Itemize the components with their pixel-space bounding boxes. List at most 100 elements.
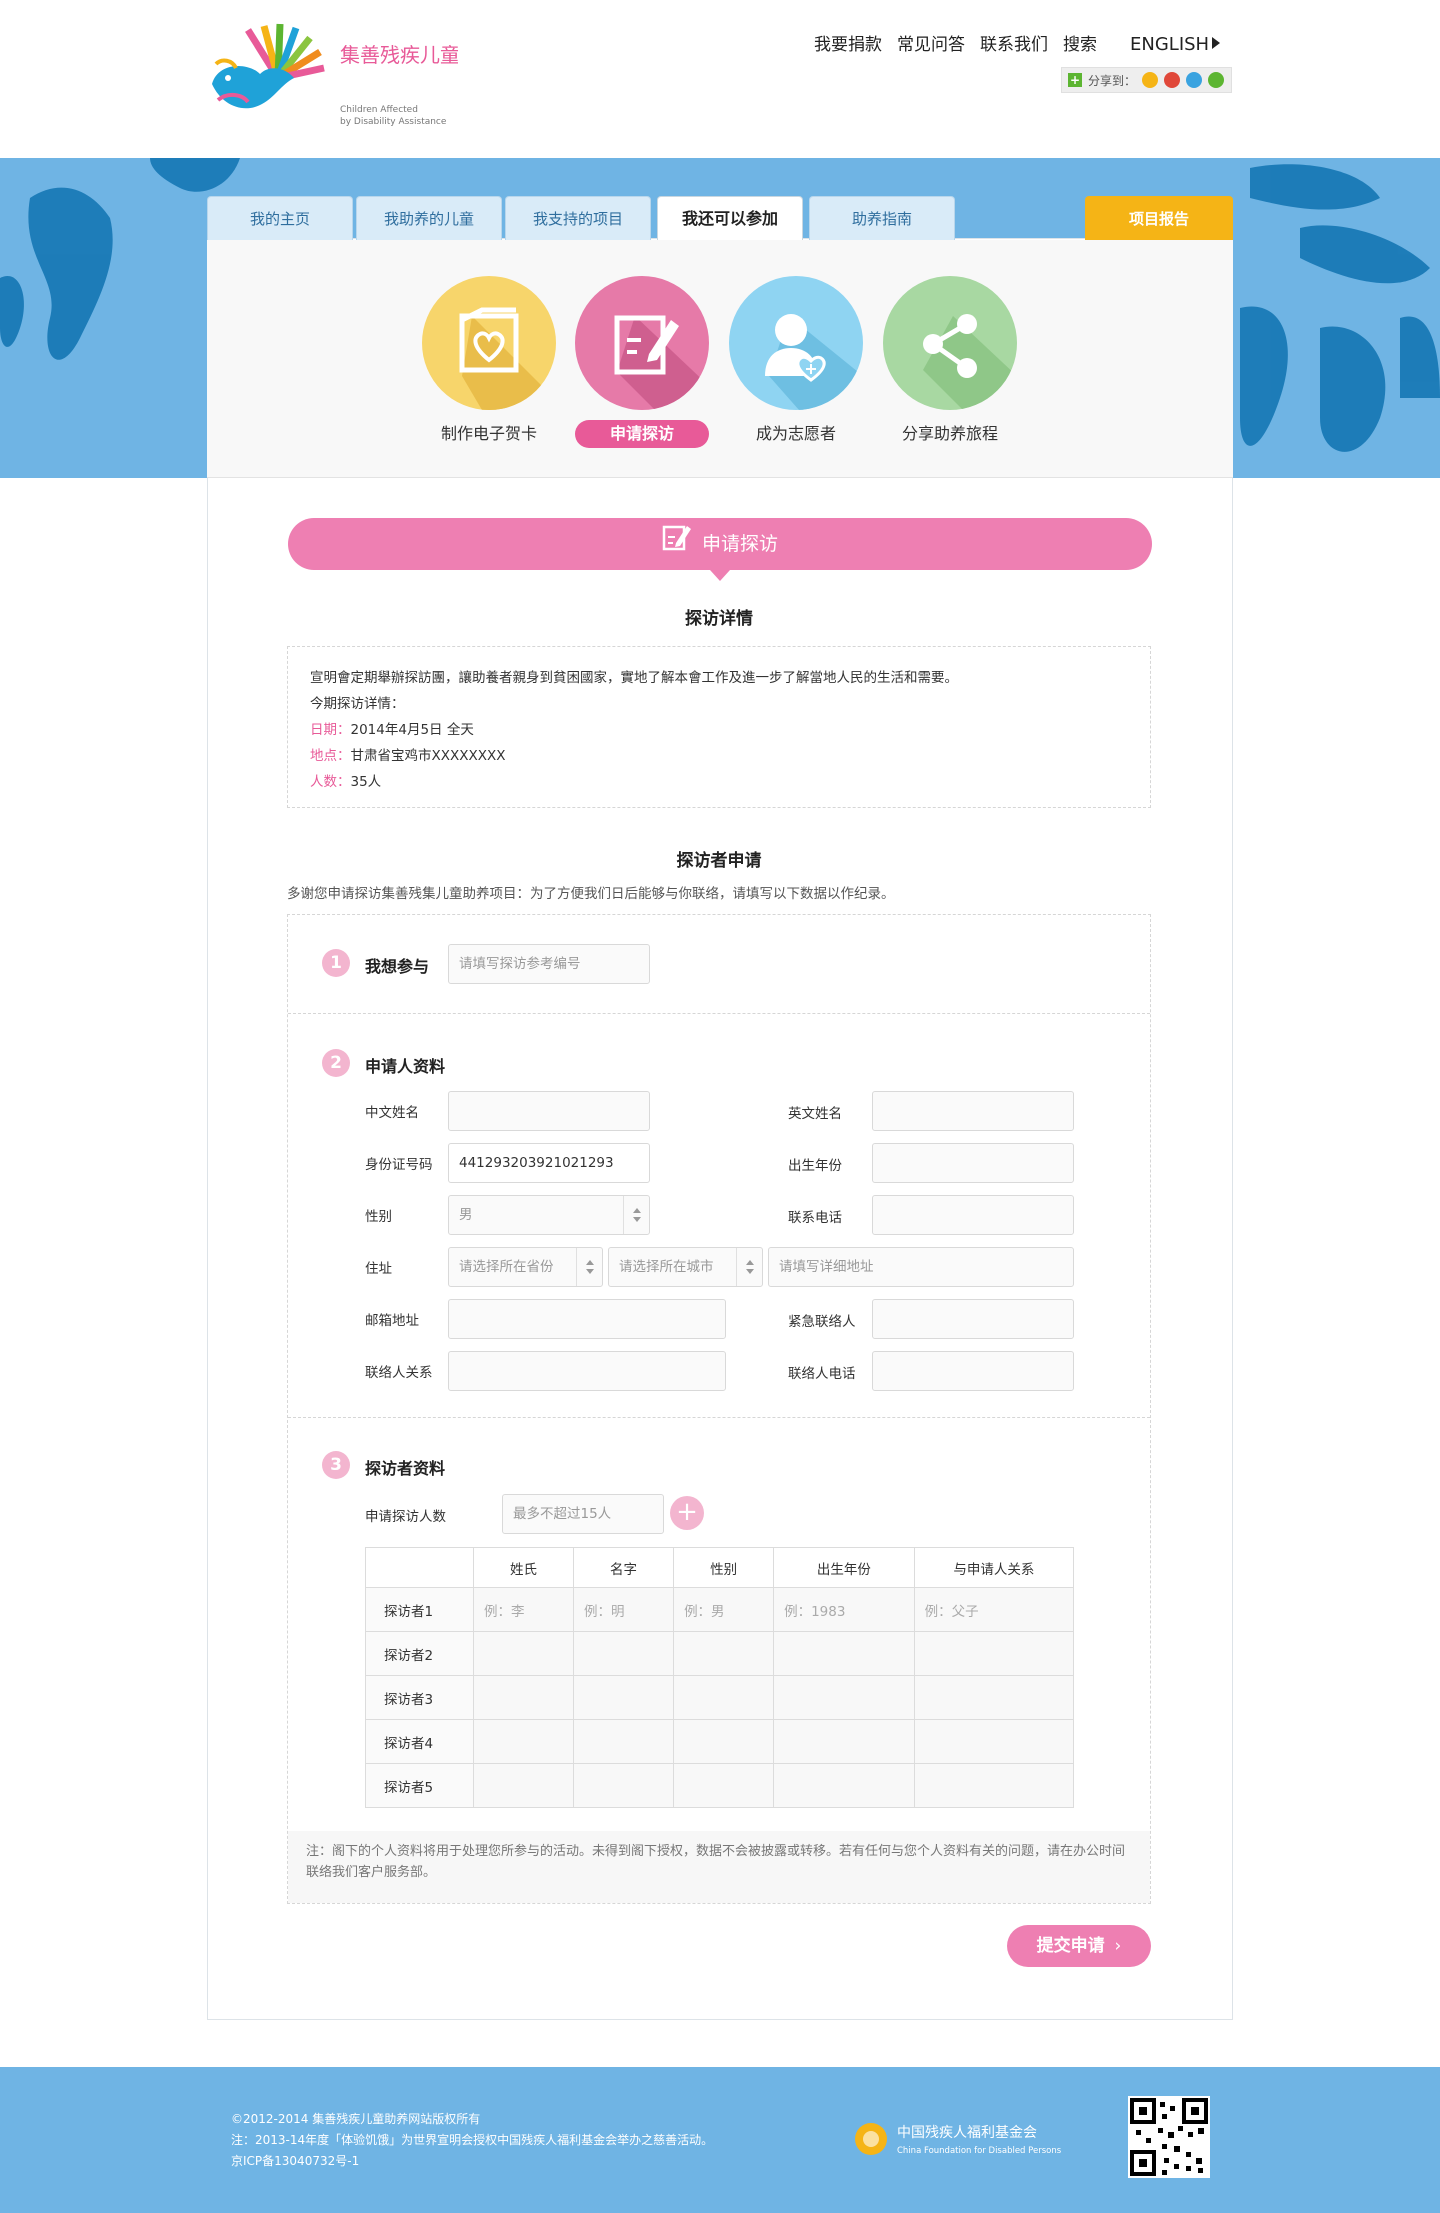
logo-sunburst (245, 23, 325, 82)
visitor-row-label: 探访者1 (365, 1587, 474, 1632)
date-value: 2014年4月5日 全天 (350, 722, 474, 738)
nav-search[interactable]: 搜索 (1063, 30, 1097, 55)
tab-my-children[interactable]: 我助养的儿童 (356, 196, 502, 240)
visitor-cell-input[interactable] (913, 1763, 1075, 1808)
table-corner (365, 1547, 474, 1588)
foundation-name-en: China Foundation for Disabled Persons (897, 2146, 1062, 2156)
col-surname: 姓氏 (472, 1547, 575, 1588)
action-label-visit[interactable]: 申请探访 (575, 420, 709, 448)
visitor-cell-input[interactable]: 例：父子 (913, 1587, 1075, 1632)
volunteer-icon[interactable] (729, 276, 863, 410)
wechat-icon[interactable] (1208, 72, 1225, 88)
emergency-input[interactable] (872, 1299, 1074, 1339)
visitor-cell-input[interactable] (773, 1719, 915, 1764)
id-input[interactable]: 441293203921021293 (448, 1143, 650, 1183)
email-label: 邮箱地址 (365, 1313, 419, 1329)
visitor-row-label: 探访者4 (365, 1719, 474, 1764)
email-input[interactable] (448, 1299, 726, 1339)
visitor-cell-input[interactable] (913, 1675, 1075, 1720)
visitor-cell-input[interactable] (673, 1631, 775, 1676)
contact-phone-input[interactable] (872, 1351, 1074, 1391)
nav-contact[interactable]: 联系我们 (980, 30, 1048, 55)
tab-my-home[interactable]: 我的主页 (207, 196, 353, 240)
card-heart-icon[interactable] (422, 276, 556, 410)
plus-icon[interactable]: + (1068, 73, 1082, 87)
visitor-cell-input[interactable] (673, 1719, 775, 1764)
action-label-share[interactable]: 分享助养旅程 (883, 420, 1017, 448)
share-bar: + 分享到： (1061, 67, 1232, 93)
visitor-count-label: 申请探访人数 (365, 1509, 446, 1525)
phone-input[interactable] (872, 1195, 1074, 1235)
visitor-cell-input[interactable] (773, 1675, 915, 1720)
edit-note-icon[interactable] (575, 276, 709, 410)
count-value: 35人 (350, 774, 382, 790)
select-arrows-icon (736, 1248, 762, 1286)
step-1-title: 我想参与 (365, 957, 430, 976)
province-select[interactable]: 请选择所在省份 (448, 1247, 603, 1287)
en-name-input[interactable] (872, 1091, 1074, 1131)
qr-code-icon (1128, 2096, 1210, 2178)
visitor-cell-input[interactable] (673, 1763, 775, 1808)
visitor-row-label: 探访者3 (365, 1675, 474, 1720)
nav-donate[interactable]: 我要捐款 (814, 30, 882, 55)
visit-ref-input[interactable]: 请填写探访参考编号 (448, 944, 650, 984)
visitor-cell-input[interactable] (773, 1763, 915, 1808)
site-footer: ©2012-2014 集善残疾儿童助养网站版权所有 注：2013-14年度「体验… (0, 2067, 1440, 2213)
visitor-cell-input[interactable] (673, 1675, 775, 1720)
share-icon[interactable] (883, 276, 1017, 410)
action-label-card[interactable]: 制作电子贺卡 (422, 420, 556, 448)
relation-label: 联络人关系 (365, 1365, 433, 1381)
visitor-cell-input[interactable] (472, 1719, 575, 1764)
submit-button[interactable]: 提交申请 › (1007, 1925, 1151, 1967)
qzone-icon[interactable] (1142, 72, 1159, 88)
visitor-cell-input[interactable]: 例：1983 (773, 1587, 915, 1632)
visitor-cell-input[interactable] (472, 1631, 575, 1676)
site-logo[interactable]: 集善残疾儿童助养项目 Children Affected by Disabili… (208, 22, 540, 134)
visitor-cell-input[interactable] (913, 1631, 1075, 1676)
foundation-logo[interactable]: 中国残疾人福利基金会 China Foundation for Disabled… (853, 2117, 1083, 2163)
city-placeholder: 请选择所在城市 (619, 1259, 714, 1275)
page-title: 申请探访 (701, 533, 778, 555)
tab-my-projects[interactable]: 我支持的项目 (505, 196, 651, 240)
select-arrows-icon (623, 1196, 649, 1234)
visitor-cell-input[interactable]: 例：李 (472, 1587, 575, 1632)
birth-year-label: 出生年份 (788, 1158, 842, 1174)
place-value: 甘肃省宝鸡市XXXXXXXX (350, 748, 506, 764)
relation-input[interactable] (448, 1351, 726, 1391)
visitor-cell-input[interactable] (573, 1719, 675, 1764)
visitor-cell-input[interactable] (573, 1631, 675, 1676)
details-intro: 宣明會定期舉辦探訪團，讓助養者親身到貧困國家，實地了解本會工作及進一步了解當地人… (310, 670, 958, 686)
province-placeholder: 请选择所在省份 (459, 1259, 554, 1275)
step-2-title: 申请人资料 (365, 1057, 446, 1076)
nav-english[interactable]: ENGLISH (1130, 34, 1221, 55)
footer-note: 注：2013-14年度「体验饥饿」为世界宣明会授权中国残疾人福利基金会举办之慈善… (231, 2133, 714, 2147)
visitor-cell-input[interactable] (573, 1763, 675, 1808)
weibo-icon[interactable] (1164, 72, 1181, 88)
share-label: 分享到： (1088, 73, 1137, 88)
visitor-cell-input[interactable] (472, 1763, 575, 1808)
city-select[interactable]: 请选择所在城市 (608, 1247, 763, 1287)
apply-heading: 探访者申请 (676, 851, 762, 871)
visitor-cell-input[interactable] (773, 1631, 915, 1676)
banner-brush-right (1240, 164, 1440, 452)
visitor-cell-input[interactable] (573, 1675, 675, 1720)
gender-select[interactable]: 男 (448, 1195, 650, 1235)
icp-number[interactable]: 京ICP备13040732号-1 (231, 2151, 713, 2172)
birth-year-input[interactable] (872, 1143, 1074, 1183)
application-form: 1 我想参与 请填写探访参考编号 2 申请人资料 中文姓名 英文姓名 身份证号码… (287, 914, 1151, 1904)
tencent-weibo-icon[interactable] (1186, 72, 1203, 88)
visitor-cell-input[interactable] (913, 1719, 1075, 1764)
visitor-cell-input[interactable] (472, 1675, 575, 1720)
address-detail-input[interactable]: 请填写详细地址 (768, 1247, 1074, 1287)
tab-guide[interactable]: 助养指南 (809, 196, 955, 240)
visitor-cell-input[interactable]: 例：男 (673, 1587, 775, 1632)
visitor-count-input[interactable]: 最多不超过15人 (502, 1494, 664, 1534)
tab-project-report[interactable]: 项目报告 (1085, 196, 1233, 240)
add-visitor-button[interactable]: + (670, 1496, 704, 1530)
visitor-cell-input[interactable]: 例：明 (573, 1587, 675, 1632)
nav-faq[interactable]: 常见问答 (897, 30, 965, 55)
action-label-volunteer[interactable]: 成为志愿者 (729, 420, 863, 448)
cn-name-input[interactable] (448, 1091, 650, 1131)
tab-can-join[interactable]: 我还可以参加 (657, 196, 803, 242)
date-label: 日期： (310, 722, 351, 738)
